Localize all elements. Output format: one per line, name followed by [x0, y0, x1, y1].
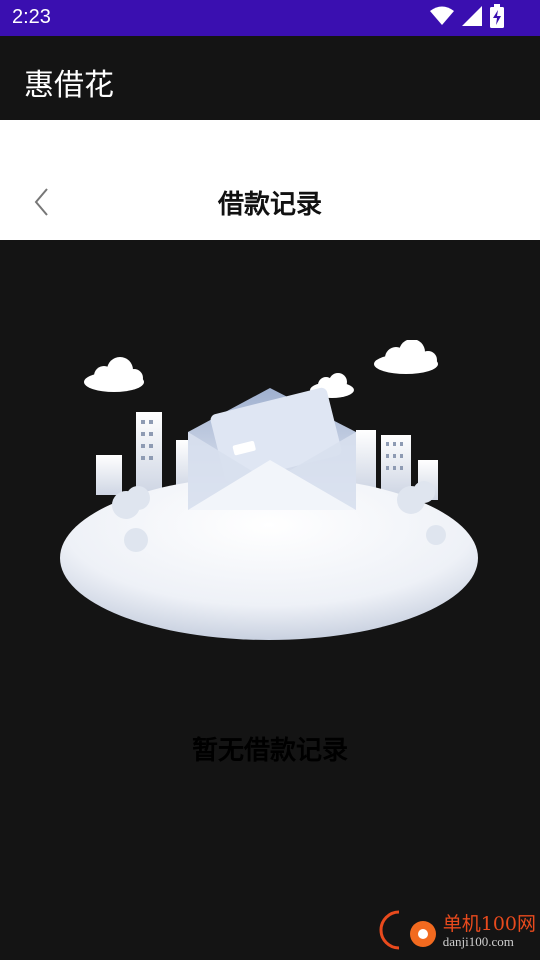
watermark: 单机100网 danji100.com [379, 908, 536, 956]
status-bar: 2:23 [0, 0, 540, 36]
watermark-name: 单机100网 [442, 913, 536, 936]
empty-state: 暂无借款记录 [0, 240, 540, 960]
watermark-logo-icon [379, 908, 437, 956]
battery-charging-icon [490, 4, 504, 32]
watermark-url: danji100.com [442, 934, 514, 950]
status-time: 2:23 [12, 6, 51, 28]
page-title: 借款记录 [217, 190, 322, 220]
empty-envelope-illustration [56, 339, 486, 654]
wifi-icon [430, 6, 454, 30]
empty-state-message: 暂无借款记录 [191, 736, 348, 766]
signal-icon [462, 6, 482, 30]
nav-bar: 借款记录 [0, 120, 540, 240]
app-title: 惠借花 [24, 68, 114, 103]
status-icons [430, 4, 504, 32]
app-bar: 惠借花 [0, 36, 540, 120]
